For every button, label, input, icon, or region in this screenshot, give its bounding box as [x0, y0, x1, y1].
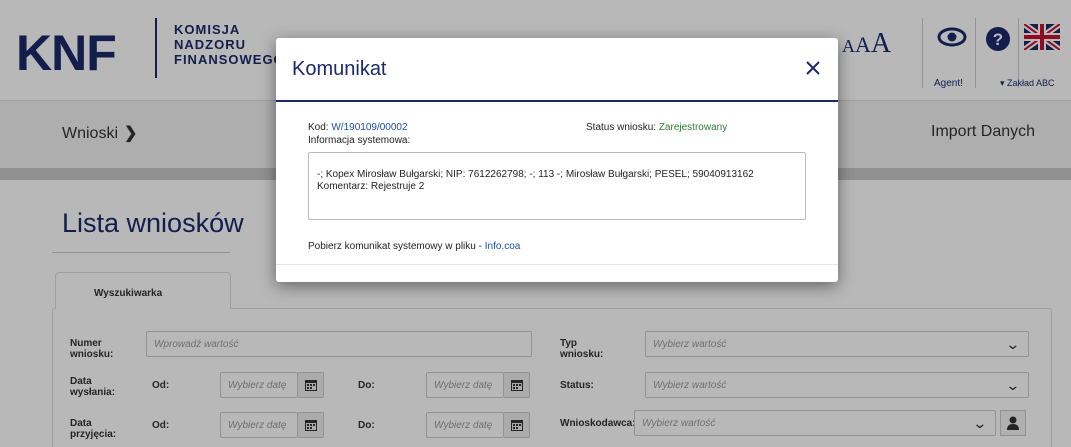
status-value: Zarejestrowany [658, 122, 728, 133]
kod-label: Kod: [308, 122, 329, 133]
status-row: Status wniosku: Zarejestrowany [586, 122, 727, 133]
info-text: -; Kopex Mirosław Bułgarski; NIP: 761226… [317, 169, 754, 192]
download-link[interactable]: Info.coa [485, 241, 521, 252]
close-icon [806, 61, 820, 75]
info-label: Informacja systemowa: [308, 135, 411, 146]
close-button[interactable] [801, 56, 825, 80]
message-dialog: Komunikat Kod: W/190109/00002 Status wni… [276, 38, 838, 282]
status-label: Status wniosku: [586, 122, 657, 133]
info-textbox[interactable]: -; Kopex Mirosław Bułgarski; NIP: 761226… [308, 152, 806, 220]
download-row: Pobierz komunikat systemowy w pliku - In… [308, 241, 520, 252]
dialog-header: Komunikat [276, 38, 838, 102]
kod-value[interactable]: W/190109/00002 [331, 122, 407, 133]
dialog-footer-divider [276, 264, 838, 265]
kod-row: Kod: W/190109/00002 Status wniosku: Zare… [308, 122, 808, 133]
dialog-title: Komunikat [292, 58, 387, 80]
download-text: Pobierz komunikat systemowy w pliku - [308, 241, 482, 252]
